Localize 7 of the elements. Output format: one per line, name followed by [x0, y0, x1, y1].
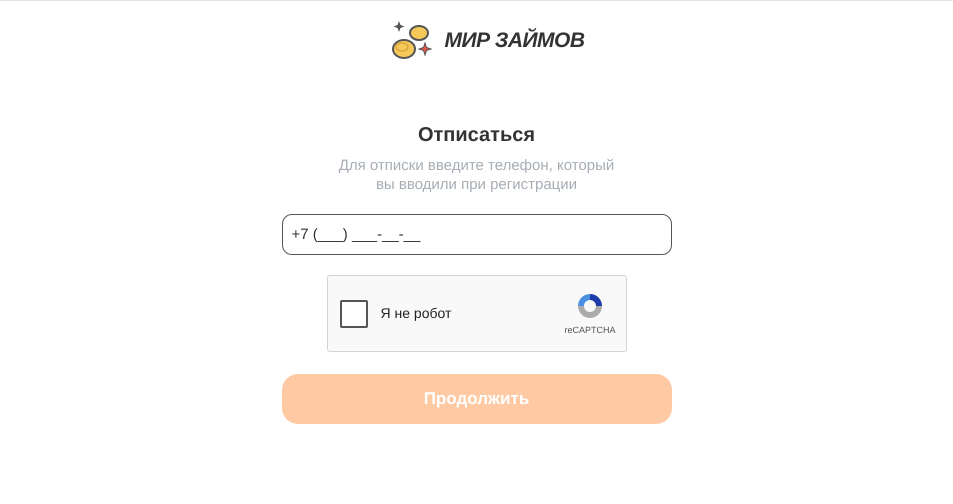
- phone-field[interactable]: +7 (___) ___-__-__: [282, 214, 672, 255]
- captcha-label: Я не робот: [380, 304, 452, 323]
- captcha-checkbox[interactable]: [340, 300, 368, 328]
- logo-text: МИР ЗАЙМОВ: [444, 27, 584, 54]
- page-title: Отписаться: [418, 123, 536, 148]
- instruction-text: Для отписки введите телефон, который вы вводили при регистрации: [338, 156, 614, 194]
- recaptcha-brand: reCAPTCHA: [564, 324, 616, 337]
